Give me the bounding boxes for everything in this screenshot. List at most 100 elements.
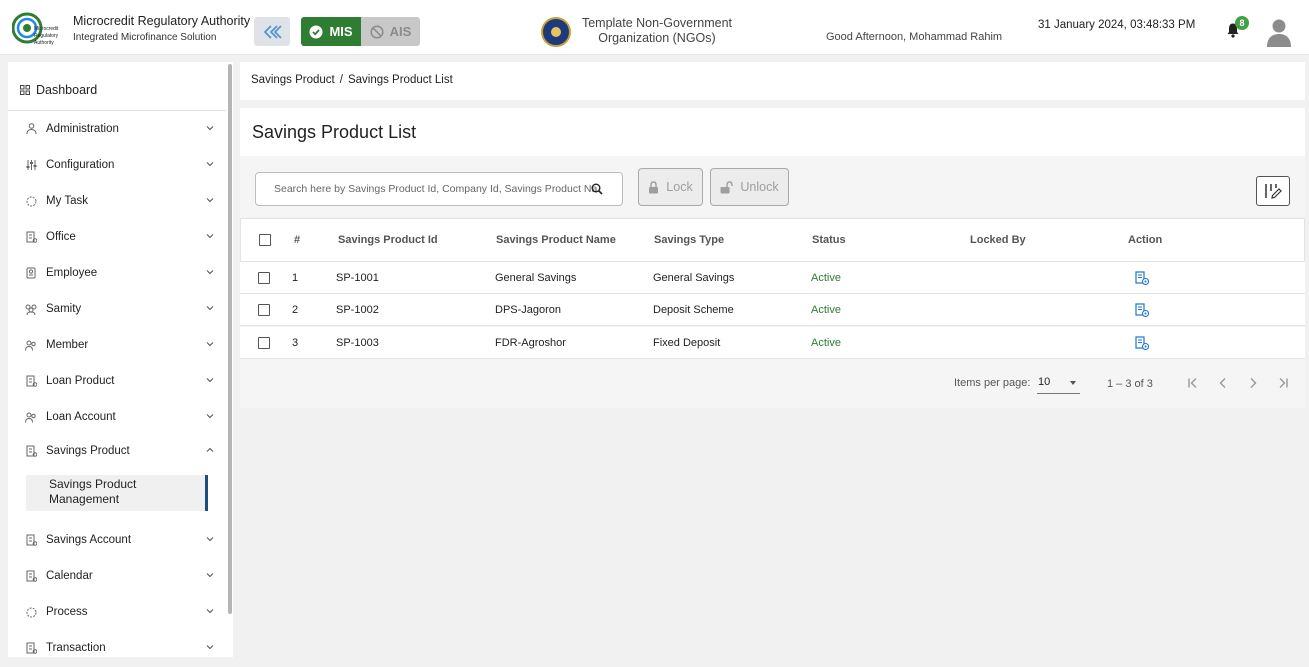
select-all-checkbox[interactable] (259, 234, 271, 246)
header-locked-by[interactable]: Locked By (970, 219, 1026, 261)
sidebar-scrollbar[interactable] (228, 64, 232, 614)
row-select-cell (258, 327, 270, 358)
mis-toggle-button[interactable]: MIS (301, 17, 361, 46)
row-action-cell (1135, 327, 1149, 358)
top-header: Microcredit Regulatory Authority Microcr… (0, 0, 1309, 55)
header-status[interactable]: Status (812, 219, 846, 261)
row-product-id: SP-1003 (336, 336, 379, 349)
first-page-icon (1188, 378, 1197, 388)
sliders-icon (24, 158, 38, 172)
chevron-down-icon (206, 234, 214, 239)
row-action-cell (1135, 262, 1149, 293)
column-edit-icon (1265, 184, 1282, 199)
view-details-icon[interactable] (1135, 302, 1149, 317)
row-product-name: General Savings (495, 271, 577, 284)
sidebar-item-my-task[interactable]: My Task (24, 191, 214, 211)
mis-label: MIS (329, 24, 353, 39)
ais-toggle-button[interactable]: AIS (361, 17, 420, 46)
row-checkbox[interactable] (258, 271, 270, 284)
row-checkbox[interactable] (258, 336, 270, 349)
items-per-page-select[interactable]: 10 (1037, 374, 1080, 394)
row-savings-type: General Savings (653, 271, 735, 284)
row-savings-type: Deposit Scheme (653, 303, 734, 316)
chevron-down-icon (206, 537, 214, 542)
sidebar-item-process[interactable]: Process (24, 602, 214, 622)
sidebar-item-label: Configuration (46, 159, 115, 171)
calendar-icon (24, 569, 38, 583)
sidebar-item-label: Calendar (46, 570, 93, 582)
chevron-down-icon (206, 162, 214, 167)
mra-logo: Microcredit Regulatory Authority (12, 12, 59, 46)
search-icon[interactable] (591, 183, 603, 195)
savings-product-list-card: Savings Product List Lock Unlock (240, 108, 1305, 408)
header-product-name[interactable]: Savings Product Name (496, 219, 616, 261)
user-avatar[interactable] (1266, 17, 1292, 47)
row-checkbox[interactable] (258, 303, 270, 316)
row-action-cell (1135, 294, 1149, 325)
member-icon (24, 338, 38, 352)
sidebar-item-member[interactable]: Member (24, 335, 214, 355)
sidebar-item-administration[interactable]: Administration (24, 119, 214, 139)
sidebar-divider (8, 110, 226, 111)
last-page-button[interactable] (1274, 374, 1292, 392)
chevron-down-icon (206, 378, 214, 383)
sidebar-item-office[interactable]: Office (24, 227, 214, 247)
sidebar-item-label: Loan Account (46, 411, 116, 423)
first-page-button[interactable] (1184, 374, 1202, 392)
previous-page-button[interactable] (1214, 374, 1232, 392)
sidebar-collapse-button[interactable] (254, 17, 290, 46)
breadcrumb-separator: / (339, 74, 343, 86)
header-savings-type[interactable]: Savings Type (654, 219, 724, 261)
sidebar-item-loan-account[interactable]: Loan Account (24, 407, 214, 427)
sidebar-item-loan-product[interactable]: Loan Product (24, 371, 214, 391)
view-details-icon[interactable] (1135, 270, 1149, 285)
org-subtitle: Integrated Microfinance Solution (73, 32, 217, 43)
chevron-down-icon (206, 573, 214, 578)
ban-icon (370, 24, 384, 39)
sidebar-subitem-savings-product-management[interactable]: Savings Product Management (26, 475, 208, 511)
chevron-down-icon (206, 198, 214, 203)
sidebar-item-configuration[interactable]: Configuration (24, 155, 214, 175)
sidebar-item-label: Office (46, 231, 76, 243)
government-seal-icon (541, 17, 571, 47)
search-input[interactable] (257, 174, 597, 204)
lock-label: Lock (666, 180, 693, 194)
next-page-button[interactable] (1244, 374, 1262, 392)
sidebar-item-samity[interactable]: Samity (24, 299, 214, 319)
breadcrumb-parent-link[interactable]: Savings Product (251, 74, 335, 86)
header-product-id[interactable]: Savings Product Id (338, 219, 438, 261)
chevron-down-icon (206, 645, 214, 650)
sidebar-item-savings-product[interactable]: Savings Product (24, 441, 214, 461)
sidebar-item-dashboard[interactable]: Dashboard (20, 83, 97, 97)
sidebar-item-employee[interactable]: Employee (24, 263, 214, 283)
employee-icon (24, 266, 38, 280)
unlock-button[interactable]: Unlock (710, 168, 789, 206)
svg-text:Regulatory: Regulatory (34, 33, 59, 39)
lock-button[interactable]: Lock (638, 168, 703, 206)
svg-text:Authority: Authority (34, 40, 54, 46)
view-details-icon[interactable] (1135, 335, 1149, 350)
chevron-down-icon (206, 126, 214, 131)
chevron-right-icon (1250, 378, 1257, 388)
sidebar-item-transaction[interactable]: Transaction (24, 638, 214, 657)
sidebar-item-label: My Task (46, 195, 88, 207)
sidebar-item-savings-account[interactable]: Savings Account (24, 530, 214, 550)
sidebar-item-label: Administration (46, 123, 119, 135)
column-settings-button[interactable] (1256, 176, 1290, 206)
chevron-down-icon (206, 414, 214, 419)
check-circle-icon (309, 25, 323, 38)
table-row: 2 SP-1002 DPS-Jagoron Deposit Scheme Act… (240, 294, 1305, 326)
savings-product-icon (24, 444, 38, 458)
page-title: Savings Product List (252, 122, 417, 142)
sidebar-item-label: Process (46, 606, 88, 618)
sidebar-item-calendar[interactable]: Calendar (24, 566, 214, 586)
unlock-icon (720, 180, 734, 193)
sidebar-subitem-label: Savings Product Management (49, 477, 137, 506)
sidebar-item-label: Savings Product (46, 445, 130, 457)
header-action: Action (1128, 234, 1163, 246)
sidebar: Dashboard Administration Configuration M… (8, 62, 233, 657)
row-product-id: SP-1002 (336, 303, 379, 316)
row-select-cell (258, 294, 270, 325)
chevron-down-icon (206, 609, 214, 614)
dropdown-arrow-icon (1070, 381, 1076, 385)
